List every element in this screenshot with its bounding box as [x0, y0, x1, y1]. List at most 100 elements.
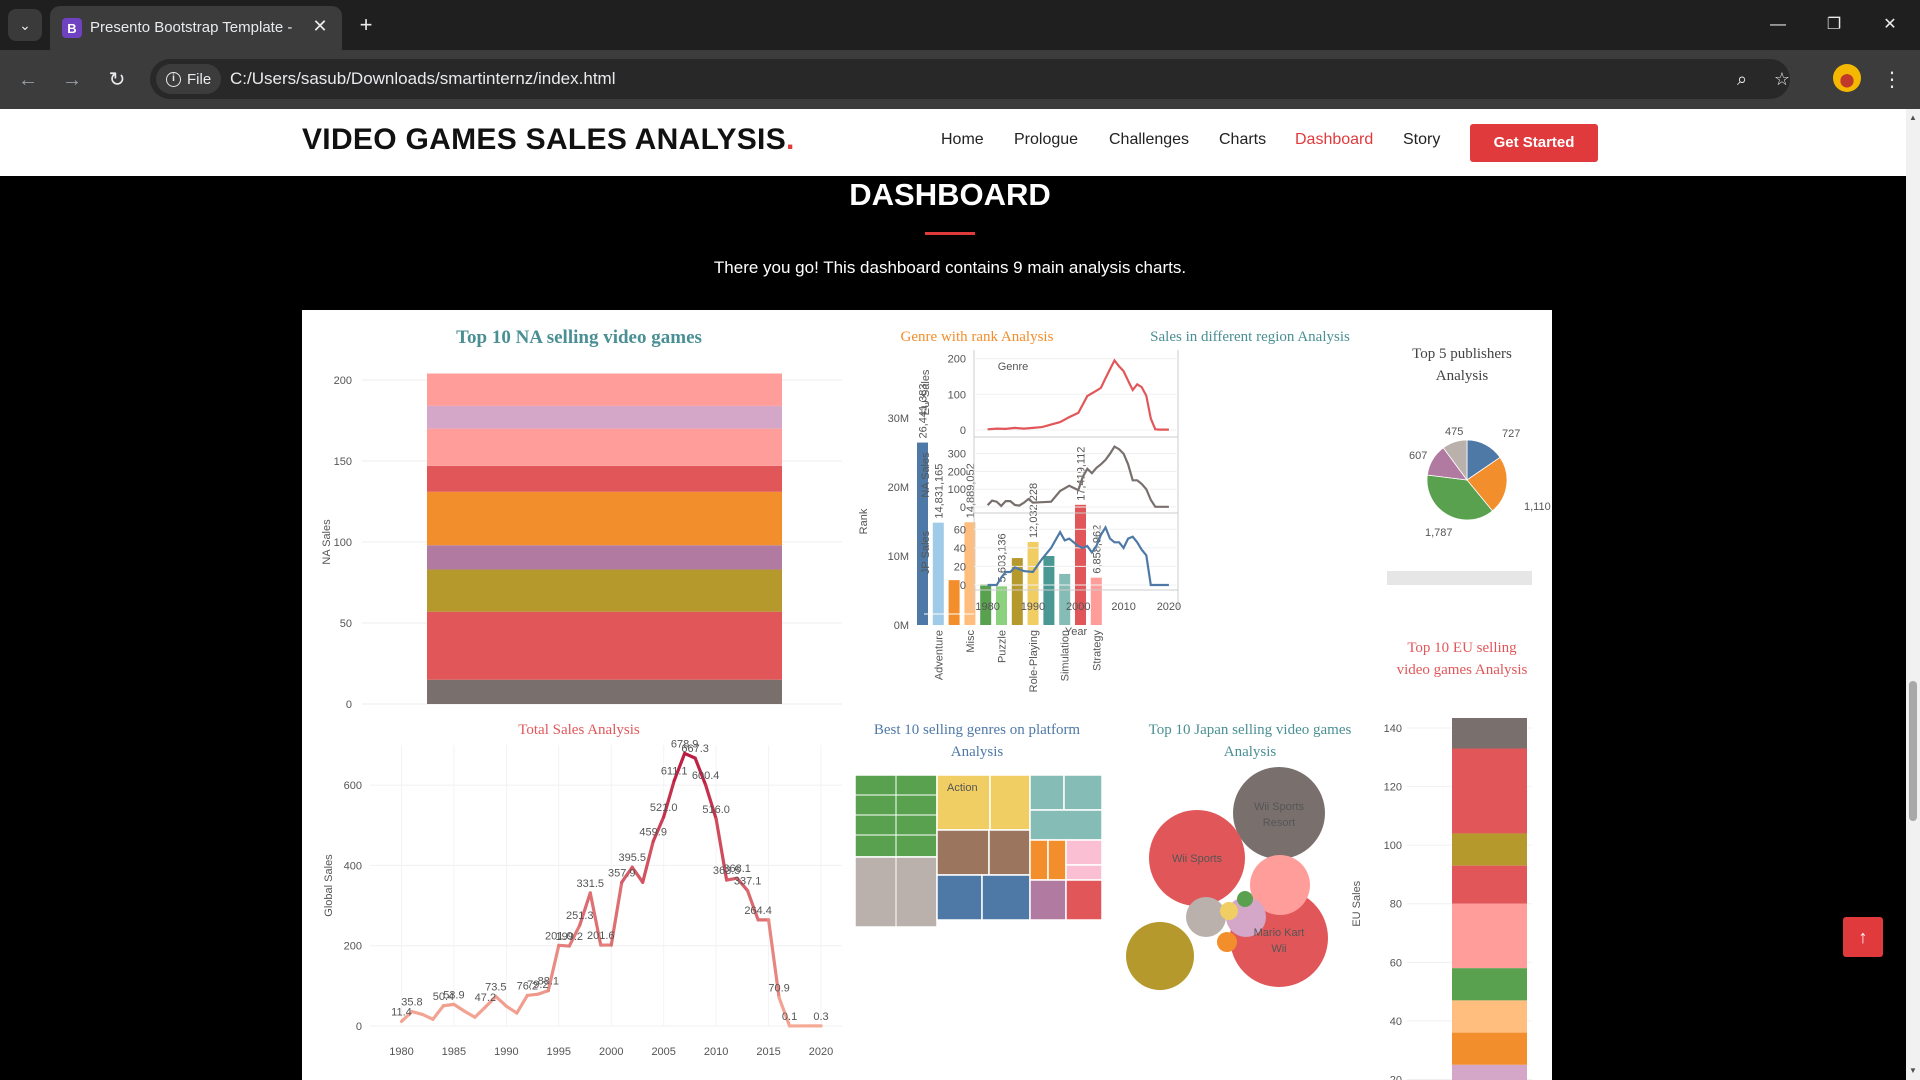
treemap-cell — [981, 874, 1031, 921]
y-axis-label: NA Sales — [920, 452, 932, 498]
cell-label: Action — [947, 782, 978, 794]
get-started-button[interactable]: Get Started — [1470, 124, 1598, 162]
treemap-cell — [989, 774, 1031, 831]
tab-search-button[interactable]: ⌄ — [8, 9, 42, 41]
scroll-up-icon[interactable]: ▲ — [1906, 111, 1920, 125]
page-title: DASHBOARD — [849, 177, 1051, 212]
bubble-label: Resort — [1263, 817, 1295, 829]
info-icon: i — [166, 71, 181, 87]
chart-title-line2: Analysis — [951, 744, 1004, 760]
y-axis-label: EU Sales — [1351, 880, 1363, 926]
data-label: 459.9 — [639, 826, 667, 838]
x-tick-label: 1985 — [442, 1046, 466, 1058]
treemap-cell — [988, 829, 1031, 876]
treemap-cell — [936, 829, 990, 876]
tab-active[interactable]: B Presento Bootstrap Template - ✕ — [50, 6, 342, 50]
site-logo[interactable]: VIDEO GAMES SALES ANALYSIS. — [302, 123, 795, 157]
more-menu-icon[interactable]: ⋮ — [1880, 64, 1904, 96]
zoom-icon[interactable]: ⌕ — [1730, 67, 1754, 91]
data-label: 0.3 — [813, 1011, 828, 1023]
x-tick-label: 2010 — [1111, 601, 1135, 613]
stacked-bar-segment — [1452, 865, 1527, 904]
series-segment — [452, 1002, 466, 1013]
x-tick-label: 2000 — [599, 1046, 623, 1058]
bubble — [1237, 891, 1253, 907]
browser-window: ⌄ B Presento Bootstrap Template - ✕ + — … — [0, 0, 1920, 1080]
bubble-label: Wii — [1271, 943, 1286, 955]
treemap-cell — [936, 874, 983, 921]
scroll-strip — [1387, 571, 1532, 585]
data-label: 70.9 — [768, 983, 789, 995]
close-window-button[interactable]: ✕ — [1870, 10, 1910, 40]
y-tick-label: 60 — [1390, 957, 1402, 969]
data-label: 50.4 — [433, 991, 454, 1003]
stacked-bar-segment — [427, 405, 782, 429]
bubble-label: Wii Sports — [1254, 801, 1305, 813]
forward-button[interactable]: → — [56, 64, 88, 96]
stacked-bar-segment — [427, 569, 782, 612]
y-axis-label: Rank — [858, 508, 870, 534]
y-tick-label: 50 — [340, 618, 352, 630]
data-label: 337.1 — [734, 876, 762, 888]
profile-avatar[interactable] — [1833, 64, 1861, 92]
nav-challenges[interactable]: Challenges — [1109, 131, 1189, 149]
x-tick-label: 2020 — [809, 1046, 833, 1058]
nav-charts[interactable]: Charts — [1219, 131, 1266, 149]
data-label: 201.6 — [587, 930, 615, 942]
treemap-cell — [1029, 774, 1065, 811]
stacked-bar-segment — [1452, 968, 1527, 1001]
back-to-top-button[interactable]: ↑ — [1843, 917, 1883, 957]
stacked-bar-segment — [1452, 833, 1527, 866]
bubble — [1126, 922, 1194, 990]
data-label: 600.4 — [692, 770, 720, 782]
y-tick-label: 60 — [954, 524, 966, 536]
bookmark-star-icon[interactable]: ☆ — [1770, 67, 1794, 91]
new-tab-button[interactable]: + — [352, 12, 380, 40]
y-tick-label: 30M — [888, 413, 909, 425]
y-tick-label: 300 — [948, 449, 966, 461]
data-label: 395.5 — [618, 852, 646, 864]
restore-button[interactable]: ❐ — [1814, 10, 1854, 40]
chart-title: Best 10 selling genres on platform — [874, 722, 1081, 738]
chart-title: Sales in different region Analysis — [1150, 329, 1350, 345]
y-tick-label: 200 — [344, 941, 362, 953]
page-scrollbar[interactable]: ▲ ▼ — [1906, 109, 1920, 1080]
x-tick-label: 2020 — [1157, 601, 1181, 613]
nav-home[interactable]: Home — [941, 131, 984, 149]
title-underline — [925, 232, 975, 235]
nav-story[interactable]: Story — [1403, 131, 1440, 149]
nav-dashboard[interactable]: Dashboard — [1295, 131, 1373, 149]
treemap-cell — [1029, 809, 1103, 841]
y-axis-label: EU Sales — [920, 369, 932, 415]
x-tick-label: Misc — [965, 630, 977, 653]
stacked-bar-segment — [1452, 1032, 1527, 1065]
y-tick-label: 0 — [960, 425, 966, 437]
logo-dot: . — [786, 123, 795, 156]
slice-label: 1,787 — [1425, 527, 1453, 539]
y-tick-label: 10M — [888, 551, 909, 563]
bar — [932, 522, 944, 625]
y-tick-label: 600 — [344, 780, 362, 792]
address-bar[interactable]: i File C:/Users/sasub/Downloads/smartint… — [150, 59, 1790, 99]
scroll-down-icon[interactable]: ▼ — [1906, 1064, 1920, 1078]
site-info-chip[interactable]: i File — [156, 64, 222, 94]
data-label: 88.1 — [538, 976, 559, 988]
y-tick-label: 80 — [1390, 899, 1402, 911]
y-tick-label: 140 — [1384, 723, 1402, 735]
scrollbar-thumb[interactable] — [1909, 681, 1917, 821]
y-tick-label: 400 — [344, 860, 362, 872]
treemap-cell — [1029, 879, 1067, 921]
nav-prologue[interactable]: Prologue — [1014, 131, 1078, 149]
column-header: Genre — [998, 361, 1029, 373]
page-subtitle: There you go! This dashboard contains 9 … — [713, 258, 1187, 277]
series-segment — [504, 1004, 519, 1015]
stacked-bar-segment — [427, 491, 782, 546]
favicon-icon: B — [62, 18, 82, 38]
reload-button[interactable]: ↻ — [101, 64, 133, 96]
minimize-button[interactable]: — — [1758, 10, 1798, 40]
back-button[interactable]: ← — [12, 64, 44, 96]
close-icon[interactable]: ✕ — [308, 14, 332, 38]
y-tick-label: 0 — [960, 502, 966, 514]
url-text[interactable]: C:/Users/sasub/Downloads/smartinternz/in… — [230, 69, 615, 89]
y-tick-label: 0M — [894, 620, 909, 632]
